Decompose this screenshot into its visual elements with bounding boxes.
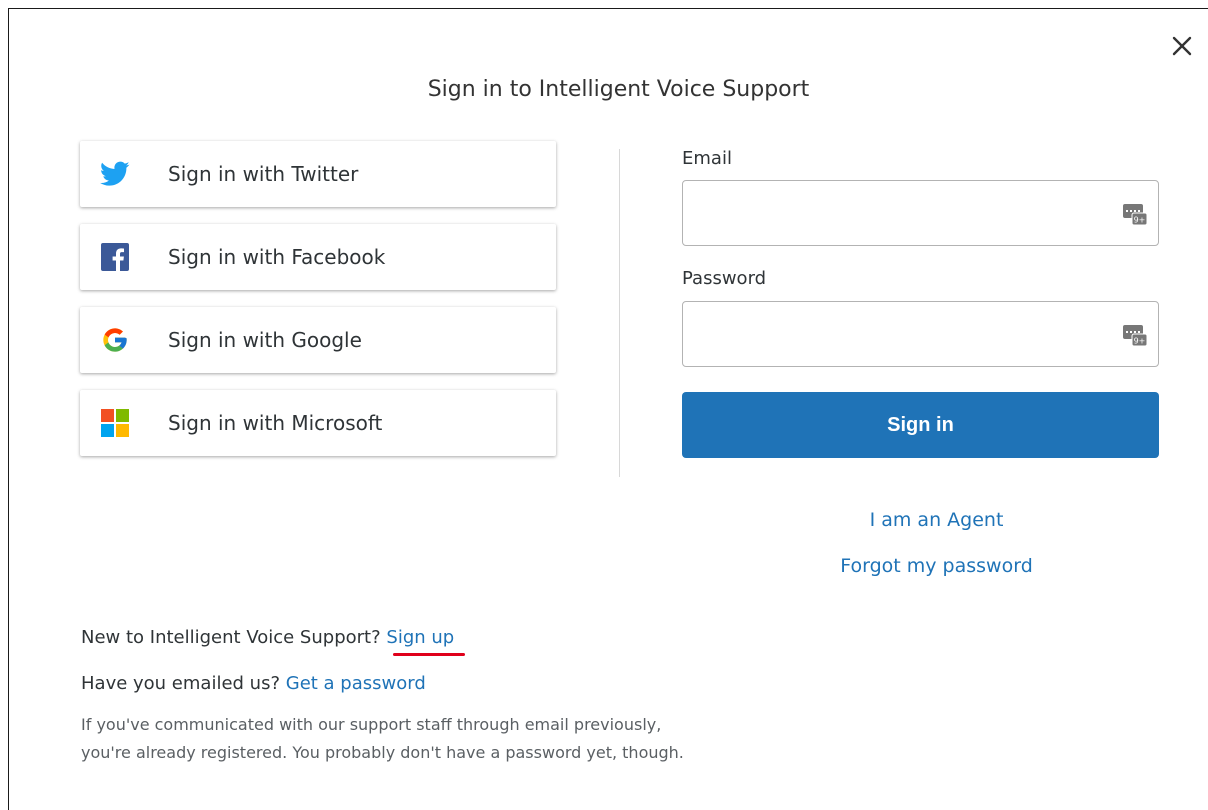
google-signin-label: Sign in with Google bbox=[168, 328, 362, 352]
email-field-container: 9+ bbox=[682, 180, 1159, 246]
svg-text:9+: 9+ bbox=[1134, 216, 1146, 225]
twitter-icon bbox=[98, 157, 132, 191]
sign-up-link[interactable]: Sign up bbox=[386, 627, 454, 648]
password-field-container: 9+ bbox=[682, 301, 1159, 367]
microsoft-signin-button[interactable]: Sign in with Microsoft bbox=[80, 390, 556, 456]
sign-in-button[interactable]: Sign in bbox=[682, 392, 1159, 458]
dialog-title: Sign in to Intelligent Voice Support bbox=[427, 77, 810, 102]
google-icon bbox=[98, 323, 132, 357]
emailed-prompt: Have you emailed us? Get a password bbox=[81, 673, 426, 694]
forgot-password-link[interactable]: Forgot my password bbox=[698, 555, 1175, 577]
google-signin-button[interactable]: Sign in with Google bbox=[80, 307, 556, 373]
password-manager-icon[interactable]: 9+ bbox=[1122, 201, 1148, 227]
annotation-underline bbox=[393, 653, 465, 656]
microsoft-signin-label: Sign in with Microsoft bbox=[168, 411, 383, 435]
facebook-icon bbox=[98, 240, 132, 274]
vertical-divider bbox=[619, 149, 620, 477]
new-user-text: New to Intelligent Voice Support? bbox=[81, 627, 381, 648]
email-input[interactable] bbox=[693, 183, 1117, 245]
new-user-prompt: New to Intelligent Voice Support? Sign u… bbox=[81, 627, 454, 648]
facebook-signin-button[interactable]: Sign in with Facebook bbox=[80, 224, 556, 290]
twitter-signin-button[interactable]: Sign in with Twitter bbox=[80, 141, 556, 207]
microsoft-icon bbox=[98, 406, 132, 440]
close-icon[interactable] bbox=[1167, 31, 1197, 61]
note-line-2: you're already registered. You probably … bbox=[81, 743, 684, 762]
svg-text:9+: 9+ bbox=[1134, 337, 1146, 346]
agent-link[interactable]: I am an Agent bbox=[698, 509, 1175, 531]
get-password-link[interactable]: Get a password bbox=[286, 673, 426, 694]
emailed-text: Have you emailed us? bbox=[81, 673, 281, 694]
sign-in-dialog: Sign in to Intelligent Voice Support Sig… bbox=[8, 8, 1208, 810]
facebook-signin-label: Sign in with Facebook bbox=[168, 245, 386, 269]
twitter-signin-label: Sign in with Twitter bbox=[168, 162, 359, 186]
password-input[interactable] bbox=[693, 304, 1117, 366]
password-manager-icon[interactable]: 9+ bbox=[1122, 322, 1148, 348]
registration-note: If you've communicated with our support … bbox=[81, 711, 731, 767]
password-label: Password bbox=[682, 268, 767, 289]
note-line-1: If you've communicated with our support … bbox=[81, 715, 662, 734]
email-label: Email bbox=[682, 148, 732, 169]
